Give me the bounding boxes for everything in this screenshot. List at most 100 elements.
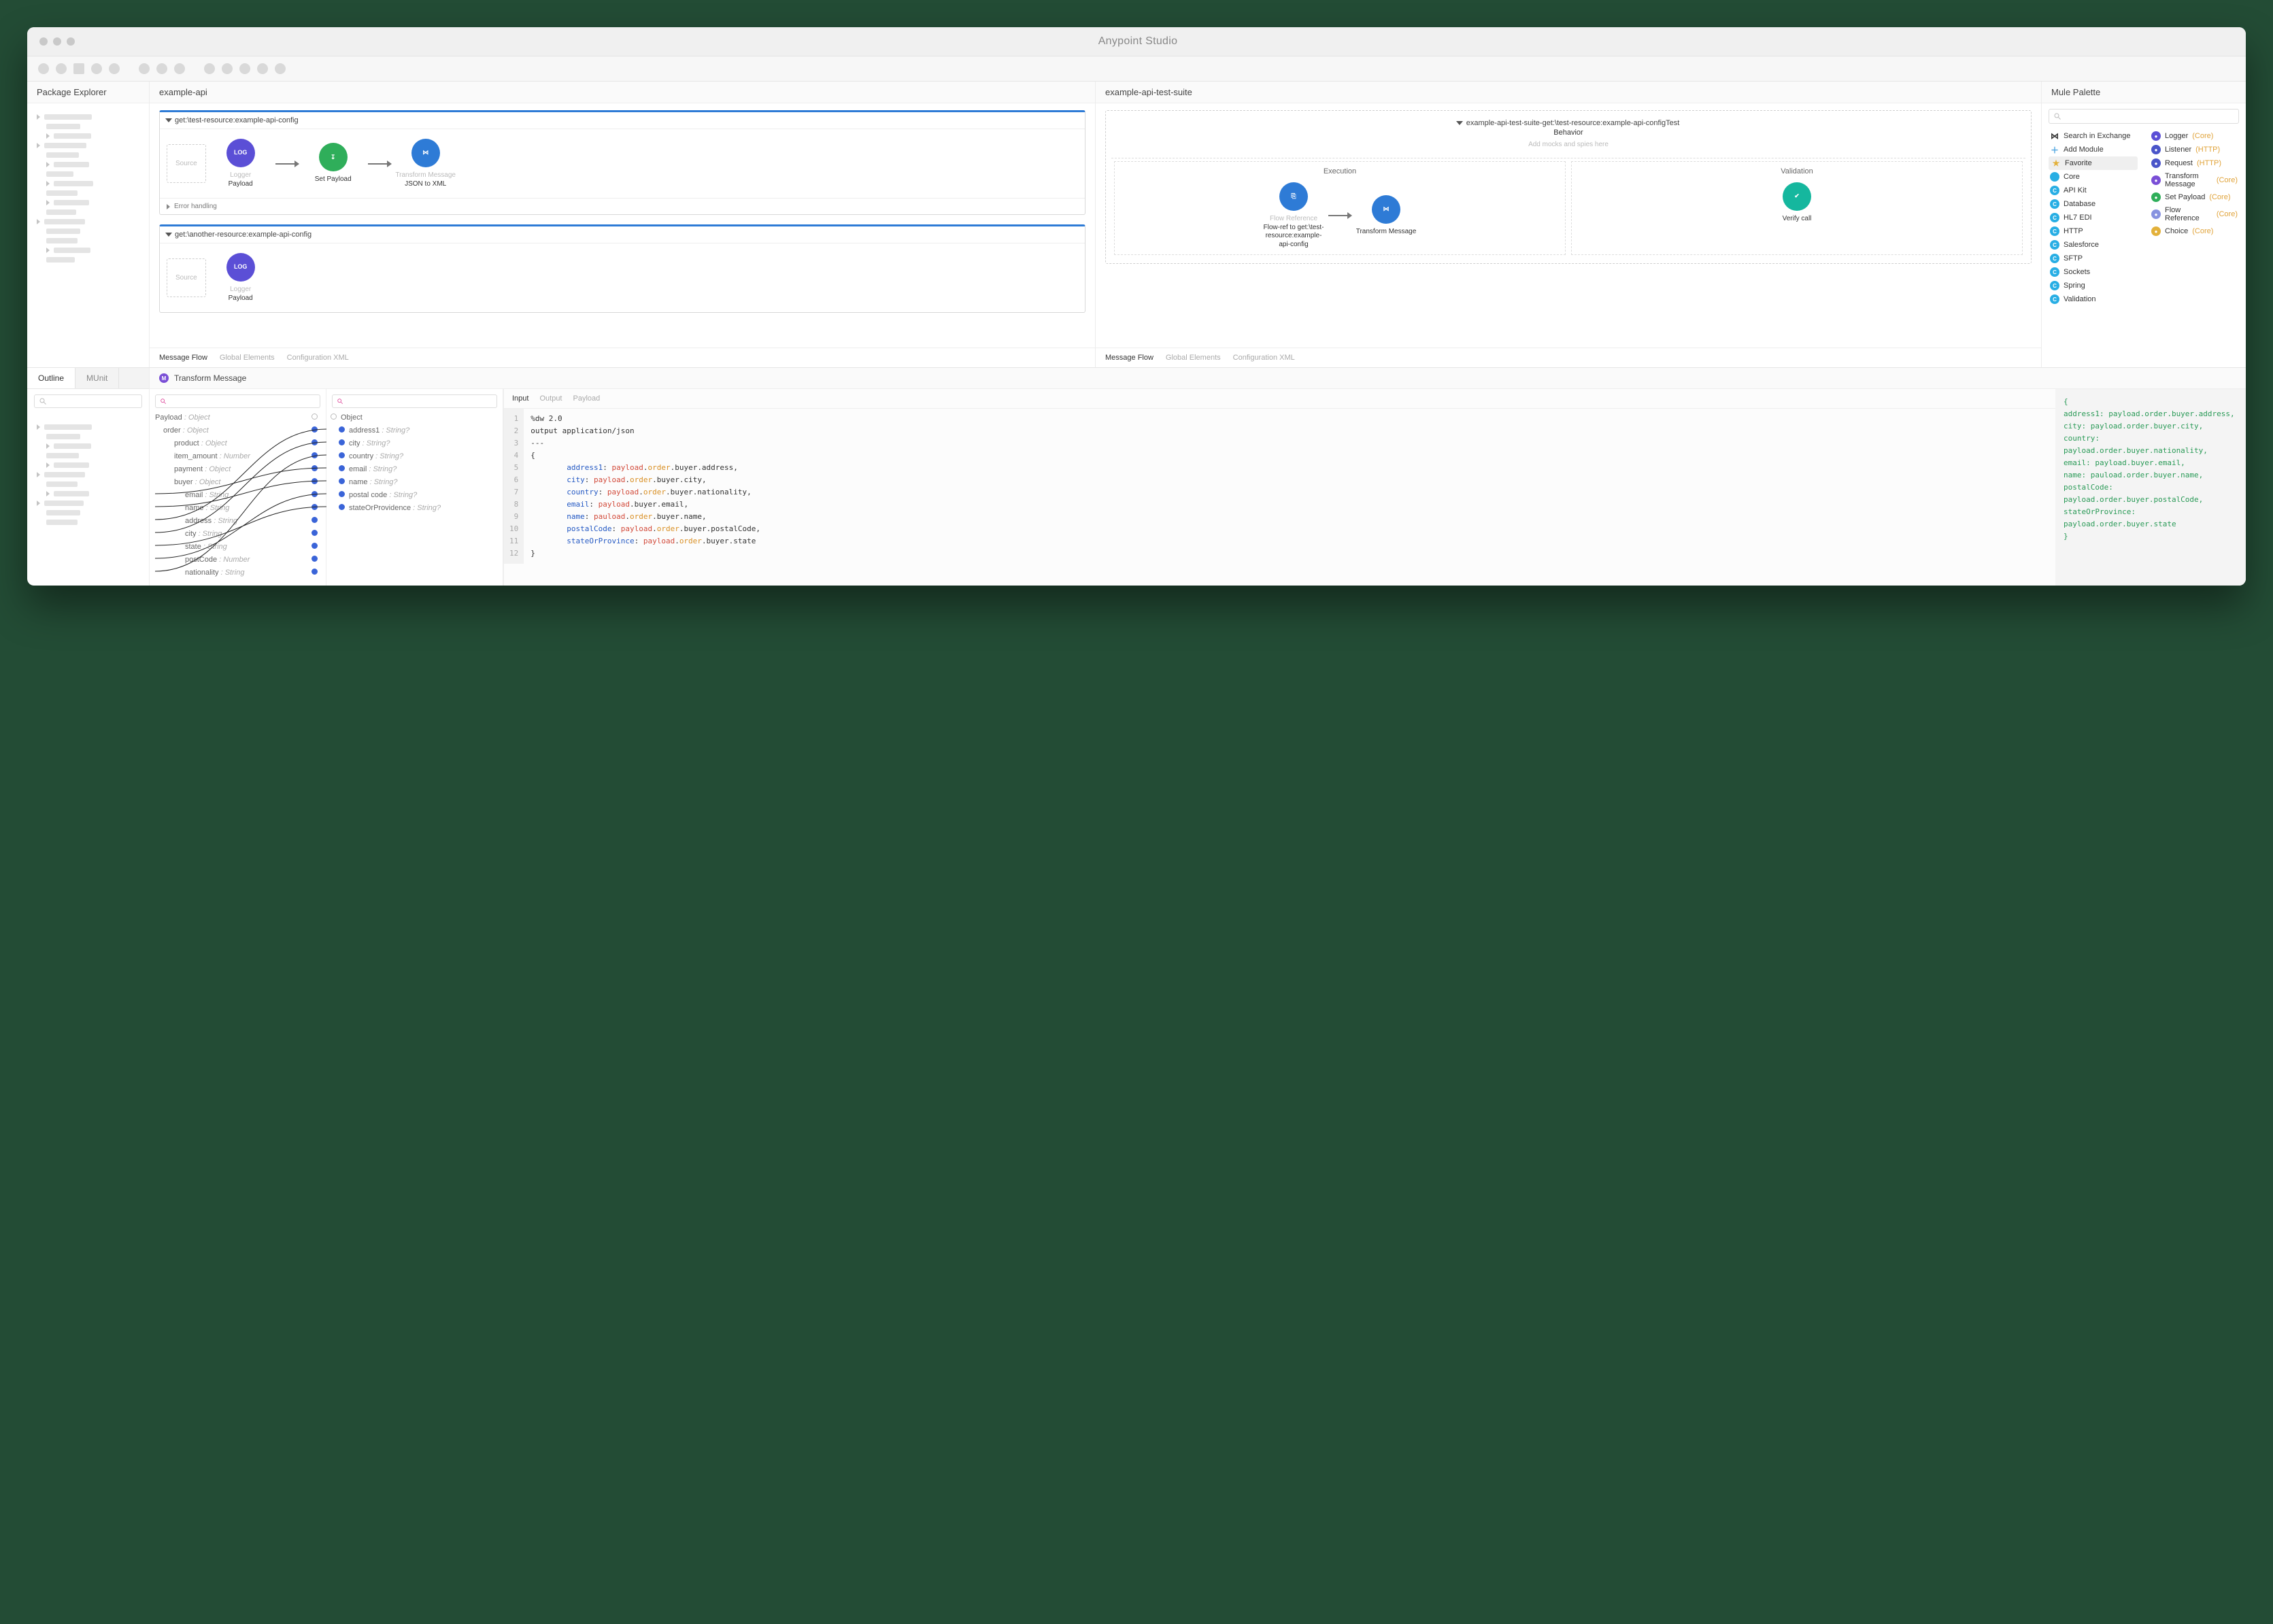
minimize-icon[interactable] <box>53 37 61 46</box>
palette-category-sftp[interactable]: CSFTP <box>2049 252 2138 265</box>
mapping-port[interactable] <box>339 452 345 458</box>
tree-field-country[interactable]: country : String? <box>332 451 497 464</box>
set-payload-node[interactable]: ↧ Set Payload <box>303 143 364 184</box>
toolbar-button[interactable] <box>204 63 215 74</box>
output-tree[interactable]: Object address1 : String?city : String?c… <box>326 389 503 586</box>
toolbar-button[interactable] <box>174 63 185 74</box>
palette-category-salesforce[interactable]: CSalesforce <box>2049 238 2138 252</box>
flow-name: get:\another-resource:example-api-config <box>175 231 312 239</box>
toolbar-button[interactable] <box>73 63 84 74</box>
source-dropzone[interactable]: Source <box>167 258 206 297</box>
toolbar-button[interactable] <box>275 63 286 74</box>
tree-field-city[interactable]: city : String? <box>332 438 497 451</box>
source-dropzone[interactable]: Source <box>167 144 206 183</box>
flow-another-resource[interactable]: get:\another-resource:example-api-config… <box>159 224 1085 313</box>
tab-configuration-xml[interactable]: Configuration XML <box>287 354 349 362</box>
editor-tab-example-api[interactable]: example-api <box>150 82 1095 103</box>
logger-node[interactable]: LOG Logger Payload <box>210 139 271 188</box>
palette-category-validation[interactable]: CValidation <box>2049 292 2138 306</box>
palette-item-choice[interactable]: ●Choice (Core) <box>2150 224 2239 238</box>
mapping-port[interactable] <box>339 504 345 510</box>
palette-category-core[interactable]: CCore <box>2049 170 2138 184</box>
toolbar-button[interactable] <box>156 63 167 74</box>
transform-message-node[interactable]: ⋈ Transform Message JSON to XML <box>395 139 456 188</box>
tab-input[interactable]: Input <box>512 394 528 403</box>
palette-item-transform-message[interactable]: ●Transform Message (Core) <box>2150 170 2239 190</box>
mapping-port[interactable] <box>339 439 345 445</box>
toolbar-button[interactable] <box>257 63 268 74</box>
munit-test[interactable]: example-api-test-suite-get:\test-resourc… <box>1105 110 2032 264</box>
palette-category-favorite[interactable]: ★Favorite <box>2049 156 2138 170</box>
palette-search[interactable] <box>2049 109 2239 124</box>
flow-test-resource[interactable]: get:\test-resource:example-api-config So… <box>159 110 1085 215</box>
search-icon <box>2053 112 2061 120</box>
search-icon <box>39 397 47 405</box>
palette-item-request[interactable]: ●Request (HTTP) <box>2150 156 2239 170</box>
zoom-icon[interactable] <box>67 37 75 46</box>
transform-icon: ⋈ <box>411 139 440 167</box>
close-icon[interactable] <box>39 37 48 46</box>
package-explorer-tree[interactable] <box>27 103 149 273</box>
palette-item-listener[interactable]: ●Listener (HTTP) <box>2150 143 2239 156</box>
outline-search[interactable] <box>34 394 142 408</box>
arrow-icon <box>1328 215 1351 216</box>
toolbar-button[interactable] <box>239 63 250 74</box>
val-icon: C <box>2050 294 2059 304</box>
app-title: Anypoint Studio <box>75 35 2201 48</box>
tab-global-elements[interactable]: Global Elements <box>220 354 275 362</box>
verify-icon: ✔ <box>1783 182 1811 211</box>
tree-field-name[interactable]: name : String? <box>332 477 497 490</box>
chevron-down-icon[interactable] <box>165 118 172 122</box>
palette-category-spring[interactable]: CSpring <box>2049 279 2138 292</box>
mapping-port[interactable] <box>339 426 345 433</box>
chevron-down-icon[interactable] <box>1456 121 1463 125</box>
error-handling-section[interactable]: Error handling <box>160 198 1085 214</box>
toolbar-button[interactable] <box>109 63 120 74</box>
tab-output[interactable]: Output <box>539 394 562 403</box>
tab-outline[interactable]: Outline <box>27 368 75 388</box>
mapping-port[interactable] <box>339 465 345 471</box>
tab-payload[interactable]: Payload <box>573 394 601 403</box>
tree-field-postal-code[interactable]: postal code : String? <box>332 490 497 503</box>
tab-message-flow[interactable]: Message Flow <box>159 354 207 362</box>
palette-category-hl7-edi[interactable]: CHL7 EDI <box>2049 211 2138 224</box>
palette-category-api-kit[interactable]: CAPI Kit <box>2049 184 2138 197</box>
toolbar-button[interactable] <box>139 63 150 74</box>
tab-global-elements[interactable]: Global Elements <box>1166 354 1221 362</box>
palette-category-search-in-exchange[interactable]: ⋈Search in Exchange <box>2049 129 2138 143</box>
palette-category-http[interactable]: CHTTP <box>2049 224 2138 238</box>
palette-category-add-module[interactable]: ＋Add Module <box>2049 143 2138 156</box>
outline-tree[interactable] <box>27 413 149 536</box>
code-content[interactable]: %dw 2.0output application/json---{ addre… <box>524 409 767 564</box>
tab-configuration-xml[interactable]: Configuration XML <box>1233 354 1295 362</box>
verify-call-node[interactable]: ✔ Verify call <box>1766 182 1828 224</box>
tab-munit[interactable]: MUnit <box>75 368 119 388</box>
toolbar-button[interactable] <box>91 63 102 74</box>
palette-category-database[interactable]: CDatabase <box>2049 197 2138 211</box>
chevron-down-icon[interactable] <box>165 233 172 237</box>
dataweave-editor[interactable]: Input Output Payload 123456789101112 %dw… <box>503 389 2055 586</box>
output-search[interactable] <box>332 394 497 408</box>
transform-message-view: M Transform Message Payload : Objectorde… <box>150 368 2246 586</box>
palette-item-logger[interactable]: ●Logger (Core) <box>2150 129 2239 143</box>
toolbar-button[interactable] <box>38 63 49 74</box>
editor-tab-test-suite[interactable]: example-api-test-suite <box>1096 82 2041 103</box>
mapping-port[interactable] <box>339 478 345 484</box>
toolbar-button[interactable] <box>56 63 67 74</box>
transform-message-node[interactable]: ⋈ Transform Message <box>1356 195 1417 237</box>
logger-node[interactable]: LOG Logger Payload <box>210 253 271 303</box>
palette-item-set-payload[interactable]: ●Set Payload (Core) <box>2150 190 2239 204</box>
tree-field-address1[interactable]: address1 : String? <box>332 425 497 438</box>
input-search[interactable] <box>155 394 320 408</box>
tree-field-stateorprovidence[interactable]: stateOrProvidence : String? <box>332 503 497 515</box>
mapping-port[interactable] <box>339 491 345 497</box>
tab-message-flow[interactable]: Message Flow <box>1105 354 1154 362</box>
sf-icon: C <box>2050 240 2059 250</box>
palette-category-sockets[interactable]: CSockets <box>2049 265 2138 279</box>
tree-field-object[interactable]: Object <box>332 412 497 425</box>
plus-icon: ＋ <box>2050 145 2059 154</box>
flow-reference-node[interactable]: ⎘ Flow Reference Flow-ref to get:\test-r… <box>1263 182 1324 249</box>
palette-item-flow-reference[interactable]: ●Flow Reference (Core) <box>2150 204 2239 224</box>
tree-field-email[interactable]: email : String? <box>332 464 497 477</box>
toolbar-button[interactable] <box>222 63 233 74</box>
